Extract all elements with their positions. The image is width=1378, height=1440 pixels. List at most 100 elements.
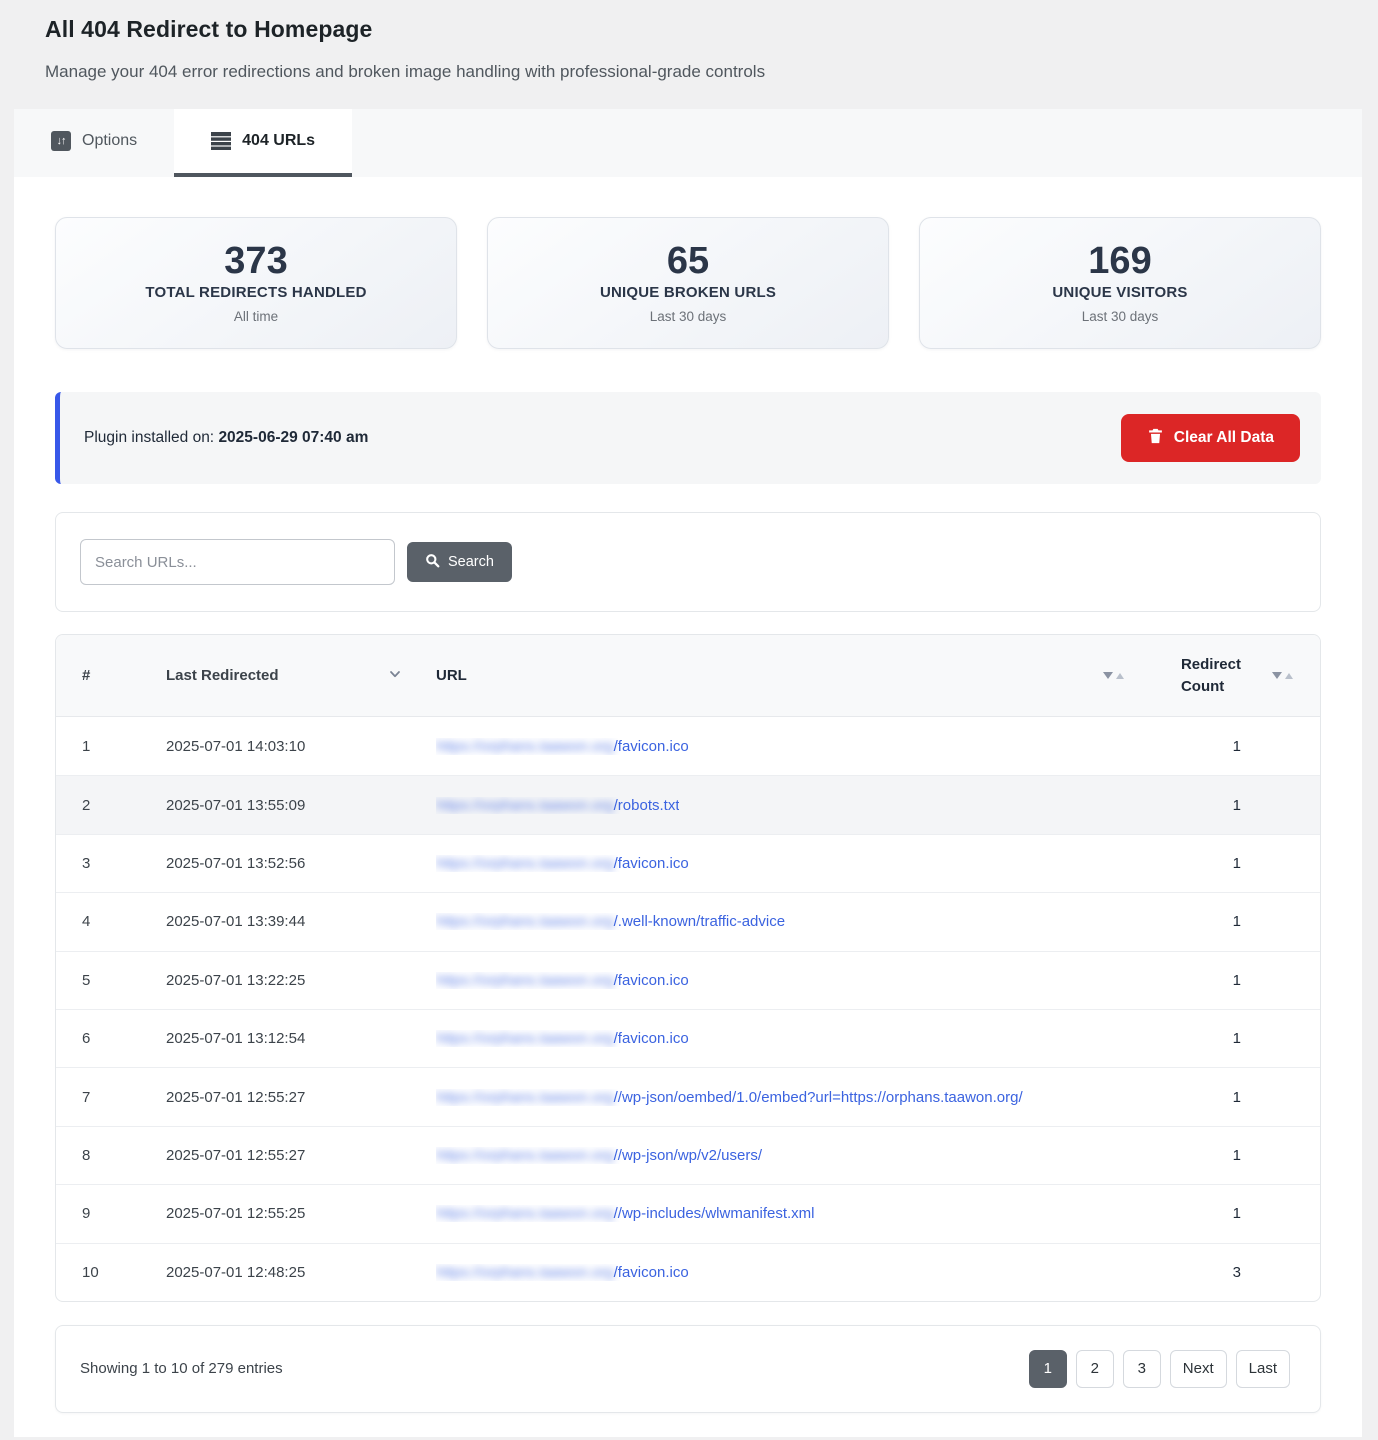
row-last-redirected: 2025-07-01 12:48:25 xyxy=(166,1264,421,1281)
page-button-1[interactable]: 1 xyxy=(1029,1350,1067,1388)
stat-period: All time xyxy=(234,309,278,324)
tab-bar: ↓↑ Options 404 URLs xyxy=(14,109,1362,177)
row-last-redirected: 2025-07-01 12:55:27 xyxy=(166,1147,421,1164)
row-last-redirected: 2025-07-01 12:55:25 xyxy=(166,1205,421,1222)
search-input[interactable] xyxy=(80,539,395,585)
row-last-redirected: 2025-07-01 12:55:27 xyxy=(166,1089,421,1106)
row-redirect-count: 1 xyxy=(1130,1030,1245,1047)
stat-label: UNIQUE BROKEN URLS xyxy=(600,284,776,301)
header-index: # xyxy=(56,667,166,684)
clear-all-data-button[interactable]: Clear All Data xyxy=(1121,414,1300,462)
page-title: All 404 Redirect to Homepage xyxy=(45,16,1362,43)
stat-value: 65 xyxy=(667,242,709,282)
header-redirect-count[interactable]: Redirect Count xyxy=(1130,654,1245,698)
stat-value: 169 xyxy=(1088,242,1151,282)
row-redirect-count: 1 xyxy=(1130,972,1245,989)
search-button-label: Search xyxy=(448,554,494,570)
install-info-banner: Plugin installed on: 2025-06-29 07:40 am… xyxy=(55,392,1321,484)
url-link[interactable]: https://orphans.taawon.org//wp-includes/… xyxy=(436,1205,815,1222)
url-path: /robots.txt xyxy=(614,797,680,814)
stat-period: Last 30 days xyxy=(1082,309,1159,324)
table-body: 1 2025-07-01 14:03:10 https://orphans.ta… xyxy=(56,717,1320,1301)
pagination-bar: Showing 1 to 10 of 279 entries 123 Next … xyxy=(55,1325,1321,1413)
url-link[interactable]: https://orphans.taawon.org/favicon.ico xyxy=(436,1264,689,1281)
blurred-domain: https://orphans.taawon.org xyxy=(436,1089,614,1106)
blurred-domain: https://orphans.taawon.org xyxy=(436,1205,614,1222)
table-row: 5 2025-07-01 13:22:25 https://orphans.ta… xyxy=(56,951,1320,1009)
url-link[interactable]: https://orphans.taawon.org//wp-json/oemb… xyxy=(436,1089,1023,1106)
url-path: /.well-known/traffic-advice xyxy=(614,913,785,930)
header-last-redirected[interactable]: Last Redirected xyxy=(166,666,421,686)
tab-404-urls[interactable]: 404 URLs xyxy=(174,109,352,177)
url-path: //wp-includes/wlwmanifest.xml xyxy=(614,1205,815,1222)
url-link[interactable]: https://orphans.taawon.org/.well-known/t… xyxy=(436,913,785,930)
next-page-button[interactable]: Next xyxy=(1170,1350,1227,1388)
trash-icon xyxy=(1147,427,1164,450)
table-row: 4 2025-07-01 13:39:44 https://orphans.ta… xyxy=(56,892,1320,950)
url-link[interactable]: https://orphans.taawon.org//wp-json/wp/v… xyxy=(436,1147,762,1164)
url-path: /favicon.ico xyxy=(614,855,689,872)
tab-404-urls-label: 404 URLs xyxy=(242,132,315,150)
row-redirect-count: 3 xyxy=(1130,1264,1245,1281)
table-row: 1 2025-07-01 14:03:10 https://orphans.ta… xyxy=(56,717,1320,775)
page-button-2[interactable]: 2 xyxy=(1076,1350,1114,1388)
table-row: 7 2025-07-01 12:55:27 https://orphans.ta… xyxy=(56,1067,1320,1125)
install-date-label: Plugin installed on: xyxy=(84,429,214,446)
last-page-button[interactable]: Last xyxy=(1236,1350,1290,1388)
url-path: /favicon.ico xyxy=(614,1030,689,1047)
page-button-3[interactable]: 3 xyxy=(1123,1350,1161,1388)
page-header: All 404 Redirect to Homepage Manage your… xyxy=(14,0,1362,82)
pagination-buttons: 123 Next Last xyxy=(1029,1350,1290,1388)
page-subtitle: Manage your 404 error redirections and b… xyxy=(45,62,1362,82)
url-link[interactable]: https://orphans.taawon.org/robots.txt xyxy=(436,797,679,814)
row-index: 6 xyxy=(56,1030,166,1047)
url-link[interactable]: https://orphans.taawon.org/favicon.ico xyxy=(436,972,689,989)
entries-summary: Showing 1 to 10 of 279 entries xyxy=(80,1360,283,1377)
blurred-domain: https://orphans.taawon.org xyxy=(436,797,614,814)
sort-icon[interactable] xyxy=(1272,672,1293,679)
row-last-redirected: 2025-07-01 13:52:56 xyxy=(166,855,421,872)
row-redirect-count: 1 xyxy=(1130,797,1245,814)
table-row: 2 2025-07-01 13:55:09 https://orphans.ta… xyxy=(56,775,1320,833)
header-url-label: URL xyxy=(436,667,467,684)
stat-card-total-redirects: 373 TOTAL REDIRECTS HANDLED All time xyxy=(55,217,457,349)
row-redirect-count: 1 xyxy=(1130,1089,1245,1106)
row-index: 7 xyxy=(56,1089,166,1106)
search-button[interactable]: Search xyxy=(407,542,512,582)
url-link[interactable]: https://orphans.taawon.org/favicon.ico xyxy=(436,855,689,872)
stat-label: TOTAL REDIRECTS HANDLED xyxy=(145,284,366,301)
row-last-redirected: 2025-07-01 13:39:44 xyxy=(166,913,421,930)
row-url: https://orphans.taawon.org/favicon.ico xyxy=(421,1030,1130,1047)
row-index: 8 xyxy=(56,1147,166,1164)
blurred-domain: https://orphans.taawon.org xyxy=(436,1147,614,1164)
row-url: https://orphans.taawon.org/favicon.ico xyxy=(421,1264,1130,1281)
tab-options[interactable]: ↓↑ Options xyxy=(14,109,174,177)
table-row: 9 2025-07-01 12:55:25 https://orphans.ta… xyxy=(56,1184,1320,1242)
tab-options-label: Options xyxy=(82,132,137,150)
header-url[interactable]: URL xyxy=(421,667,1130,684)
table-row: 6 2025-07-01 13:12:54 https://orphans.ta… xyxy=(56,1009,1320,1067)
url-path: /favicon.ico xyxy=(614,738,689,755)
clear-all-data-label: Clear All Data xyxy=(1174,429,1274,447)
row-last-redirected: 2025-07-01 13:22:25 xyxy=(166,972,421,989)
install-date-text: Plugin installed on: 2025-06-29 07:40 am xyxy=(84,429,368,447)
row-index: 1 xyxy=(56,738,166,755)
header-last-redirected-label: Last Redirected xyxy=(166,667,279,684)
url-link[interactable]: https://orphans.taawon.org/favicon.ico xyxy=(436,1030,689,1047)
url-path: //wp-json/wp/v2/users/ xyxy=(614,1147,762,1164)
row-redirect-count: 1 xyxy=(1130,913,1245,930)
stats-row: 373 TOTAL REDIRECTS HANDLED All time 65 … xyxy=(55,217,1321,349)
blurred-domain: https://orphans.taawon.org xyxy=(436,1030,614,1047)
header-redirect-count-line1: Redirect xyxy=(1181,654,1241,676)
row-last-redirected: 2025-07-01 13:55:09 xyxy=(166,797,421,814)
stat-label: UNIQUE VISITORS xyxy=(1052,284,1187,301)
row-index: 5 xyxy=(56,972,166,989)
row-url: https://orphans.taawon.org/favicon.ico xyxy=(421,738,1130,755)
header-redirect-count-line2: Count xyxy=(1181,676,1241,698)
row-last-redirected: 2025-07-01 13:12:54 xyxy=(166,1030,421,1047)
search-icon xyxy=(425,553,440,572)
row-url: https://orphans.taawon.org/robots.txt xyxy=(421,797,1130,814)
row-url: https://orphans.taawon.org/favicon.ico xyxy=(421,855,1130,872)
sort-icon[interactable] xyxy=(1103,672,1124,679)
url-link[interactable]: https://orphans.taawon.org/favicon.ico xyxy=(436,738,689,755)
